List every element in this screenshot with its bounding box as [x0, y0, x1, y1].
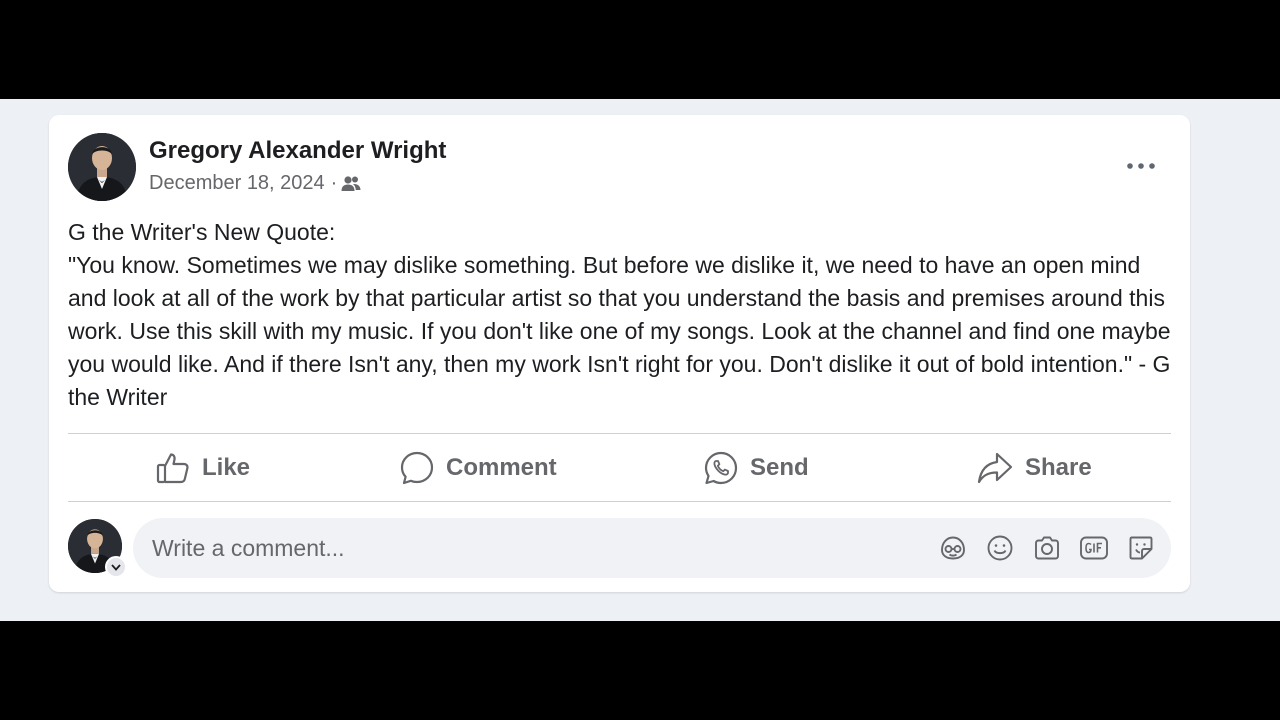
more-options-button[interactable] [1121, 150, 1161, 180]
letterbox-bottom [0, 621, 1280, 720]
comment-composer [133, 518, 1171, 578]
post-body: G the Writer's New Quote: "You know. Som… [68, 216, 1178, 414]
camera-icon[interactable] [1031, 532, 1063, 564]
meta-separator: · [330, 172, 338, 194]
letterbox-top [0, 0, 1280, 99]
comment-tools [922, 518, 1157, 578]
share-label: Share [1025, 453, 1092, 481]
like-button[interactable]: Like [156, 434, 250, 501]
whatsapp-icon [704, 451, 738, 485]
author-avatar[interactable] [68, 133, 136, 201]
comment-label: Comment [446, 453, 557, 481]
author-name[interactable]: Gregory Alexander Wright [149, 137, 446, 165]
post-body-text: "You know. Sometimes we may dislike some… [68, 252, 1171, 410]
feed-viewport: Gregory Alexander Wright December 18, 20… [0, 99, 1280, 621]
comment-button[interactable]: Comment [400, 434, 557, 501]
profile-switch-button[interactable] [105, 556, 127, 578]
like-label: Like [202, 453, 251, 481]
share-button[interactable]: Share [977, 434, 1092, 501]
post-meta: December 18, 2024 · [149, 172, 361, 195]
more-icon [1127, 156, 1155, 174]
comment-icon [400, 451, 434, 485]
sticker-icon[interactable] [1125, 532, 1157, 564]
friends-icon[interactable] [341, 175, 361, 193]
send-label: Send [750, 453, 809, 481]
thumbs-up-icon [156, 451, 190, 485]
send-button[interactable]: Send [704, 434, 809, 501]
action-bar: Like Comment Send Share [68, 434, 1171, 501]
comment-input[interactable] [133, 518, 912, 578]
post-date[interactable]: December 18, 2024 [149, 172, 325, 195]
divider [68, 501, 1171, 502]
emoji-icon[interactable] [984, 532, 1016, 564]
chevron-down-icon [111, 558, 121, 576]
share-arrow-icon [977, 451, 1013, 485]
gif-icon[interactable] [1078, 532, 1110, 564]
avatar-sticker-icon[interactable] [937, 532, 969, 564]
post-body-title: G the Writer's New Quote: [68, 219, 336, 245]
post-card: Gregory Alexander Wright December 18, 20… [49, 115, 1190, 592]
